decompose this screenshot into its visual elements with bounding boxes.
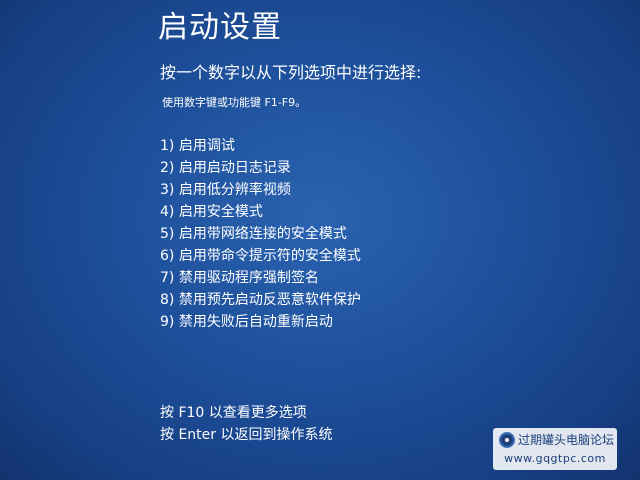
return-to-os-hint[interactable]: 按 Enter 以返回到操作系统 <box>160 424 332 446</box>
option-disable-early-antimalware[interactable]: 8) 禁用预先启动反恶意软件保护 <box>160 289 361 311</box>
option-enable-low-resolution-video[interactable]: 3) 启用低分辨率视频 <box>160 179 361 201</box>
key-hint-text: 使用数字键或功能键 F1-F9。 <box>162 96 307 109</box>
startup-settings-screen: 启动设置 按一个数字以从下列选项中进行选择: 使用数字键或功能键 F1-F9。 … <box>0 0 640 480</box>
page-title: 启动设置 <box>158 10 282 45</box>
instruction-text: 按一个数字以从下列选项中进行选择: <box>160 63 422 82</box>
startup-options-list: 1) 启用调试 2) 启用启动日志记录 3) 启用低分辨率视频 4) 启用安全模… <box>160 135 361 333</box>
option-enable-debugging[interactable]: 1) 启用调试 <box>160 135 361 157</box>
watermark-name: 过期罐头电脑论坛 <box>518 433 615 447</box>
more-options-hint[interactable]: 按 F10 以查看更多选项 <box>160 402 332 424</box>
option-safe-mode-networking[interactable]: 5) 启用带网络连接的安全模式 <box>160 223 361 245</box>
option-enable-boot-logging[interactable]: 2) 启用启动日志记录 <box>160 157 361 179</box>
option-disable-auto-restart[interactable]: 9) 禁用失败后自动重新启动 <box>160 311 361 333</box>
footer-instructions: 按 F10 以查看更多选项 按 Enter 以返回到操作系统 <box>160 402 332 446</box>
watermark-logo-icon <box>499 432 515 448</box>
watermark-url: www.gqgtpc.com <box>504 452 606 465</box>
site-watermark: 过期罐头电脑论坛 www.gqgtpc.com <box>493 428 617 470</box>
option-safe-mode-command-prompt[interactable]: 6) 启用带命令提示符的安全模式 <box>160 245 361 267</box>
option-disable-driver-signature[interactable]: 7) 禁用驱动程序强制签名 <box>160 267 361 289</box>
option-enable-safe-mode[interactable]: 4) 启用安全模式 <box>160 201 361 223</box>
